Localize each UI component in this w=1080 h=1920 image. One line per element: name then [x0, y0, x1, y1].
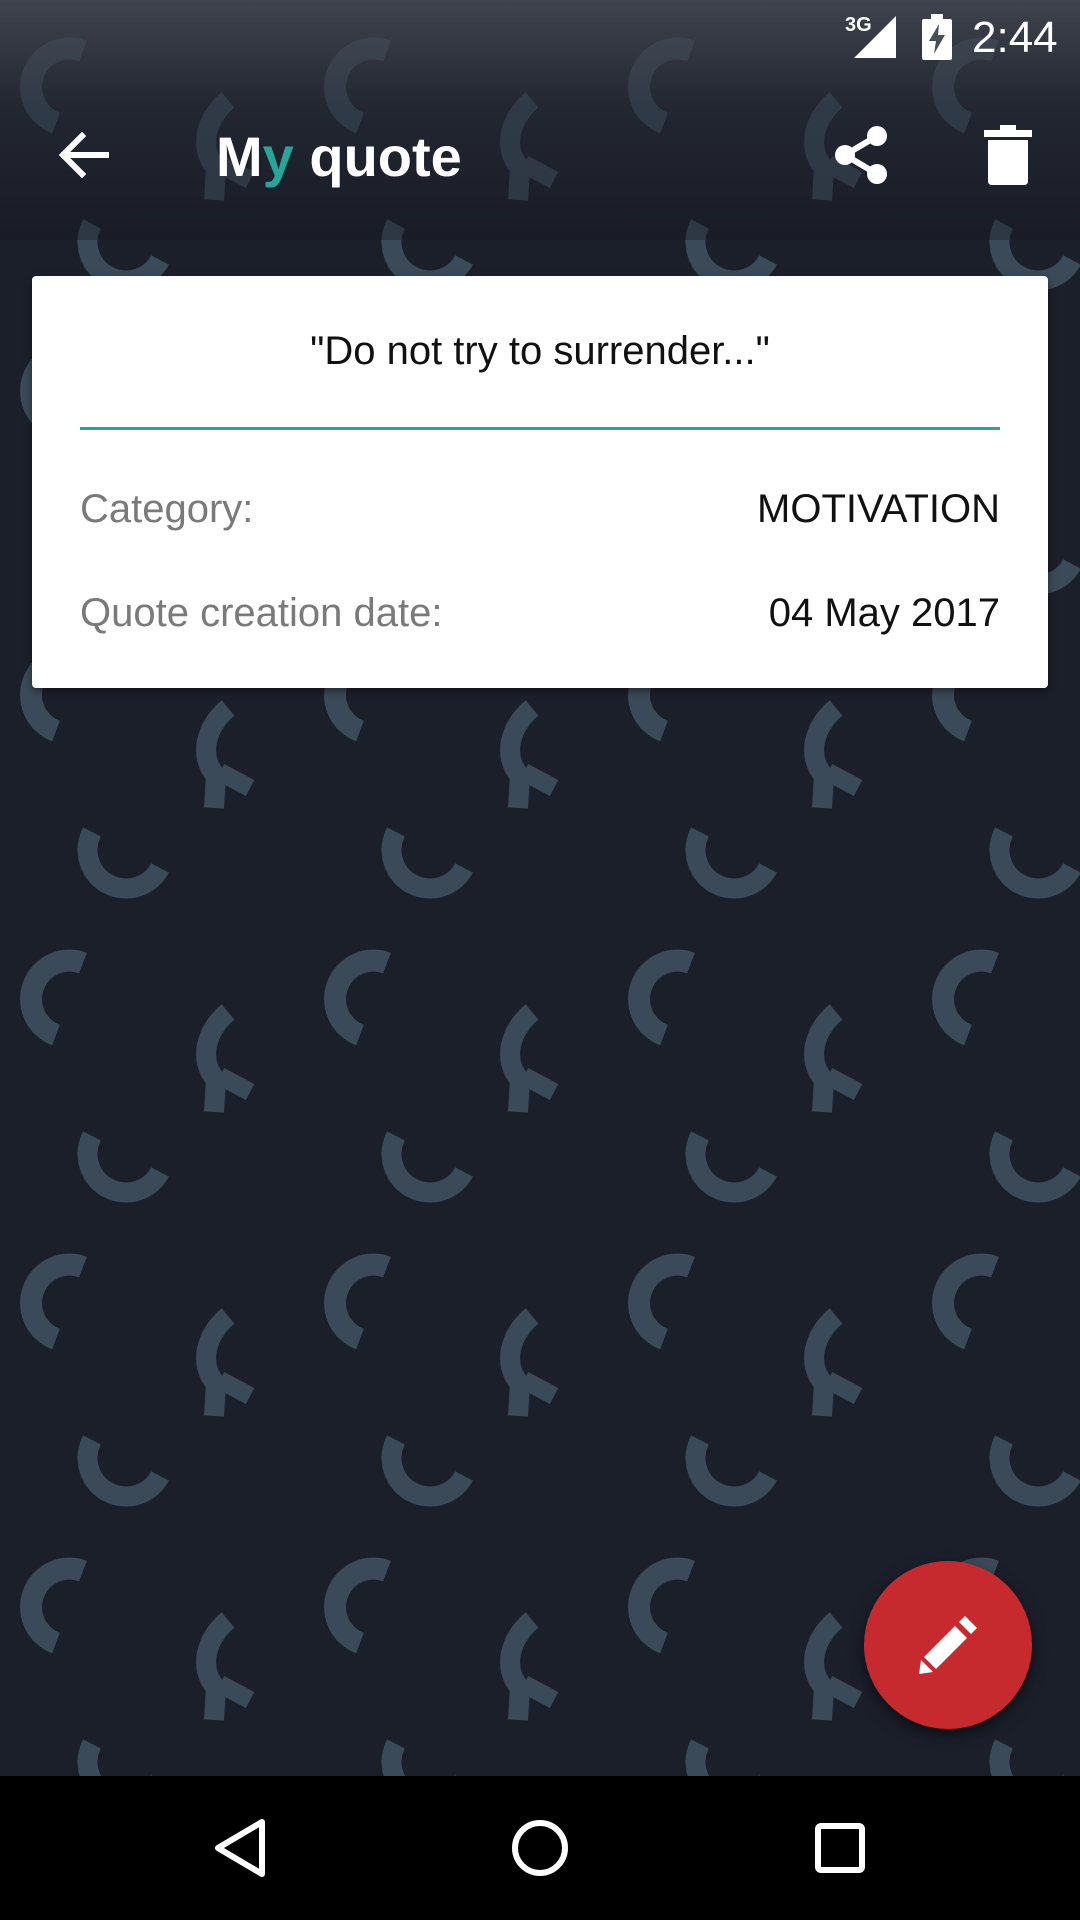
nav-recents-icon	[815, 1823, 865, 1873]
back-button[interactable]	[44, 115, 124, 195]
quote-card: "Do not try to surrender..." Category: M…	[32, 276, 1048, 688]
toolbar: My quote	[0, 75, 1080, 243]
status-bar: 3G 2:44	[0, 0, 1080, 75]
title-first: M	[216, 125, 263, 188]
arrow-back-icon	[58, 131, 109, 179]
category-value: MOTIVATION	[757, 487, 1000, 531]
pencil-icon	[919, 1616, 977, 1674]
clock: 2:44	[972, 13, 1058, 62]
page-title: My quote	[216, 125, 462, 189]
creation-date-value: 04 May 2017	[768, 591, 1000, 635]
nav-back-button[interactable]	[190, 1798, 290, 1898]
background-pattern	[0, 0, 1080, 1776]
nav-home-icon	[512, 1820, 568, 1876]
share-icon	[835, 126, 887, 184]
screen: 3G 2:44 My quote "Do not try to surrende…	[0, 0, 1080, 1920]
nav-recents-button[interactable]	[790, 1798, 890, 1898]
category-label: Category:	[80, 487, 254, 531]
quote-divider	[80, 427, 1000, 430]
title-rest: quote	[293, 125, 462, 188]
delete-button[interactable]	[968, 115, 1048, 195]
quote-text: "Do not try to surrender..."	[310, 329, 770, 373]
edit-button[interactable]	[864, 1561, 1032, 1729]
battery-charging-icon	[922, 14, 952, 60]
nav-back-icon	[215, 1819, 265, 1877]
navigation-bar	[0, 1776, 1080, 1920]
creation-date-label: Quote creation date:	[80, 591, 443, 635]
trash-icon	[984, 125, 1032, 185]
share-button[interactable]	[822, 115, 902, 195]
title-accent: y	[262, 125, 294, 188]
nav-home-button[interactable]	[490, 1798, 590, 1898]
signal-icon	[854, 16, 896, 58]
